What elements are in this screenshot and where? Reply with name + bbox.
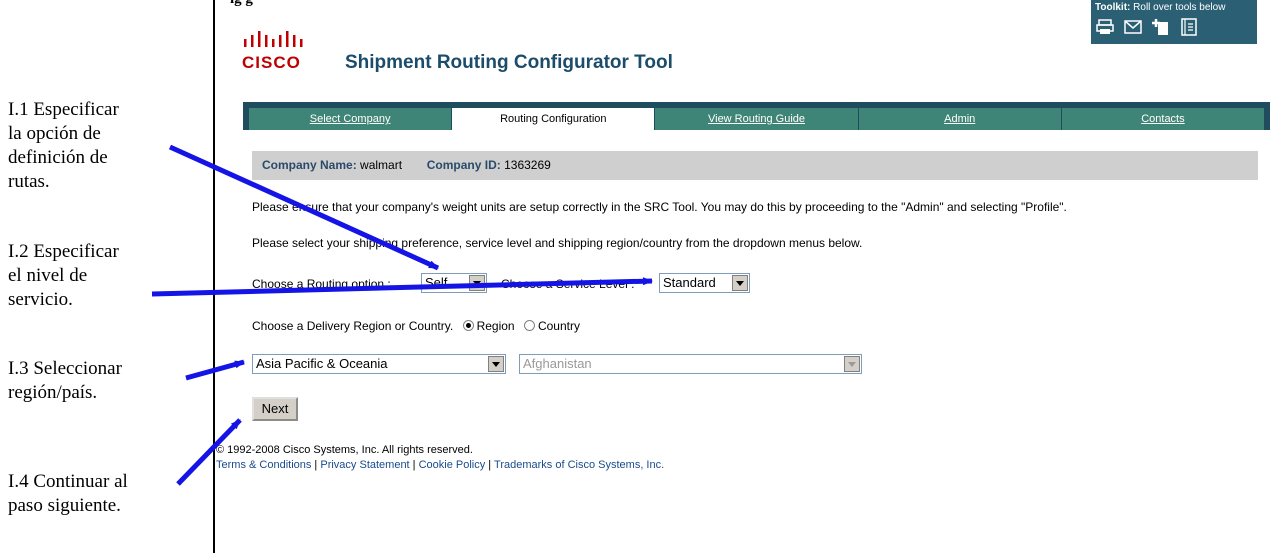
region-radio-label[interactable]: Region xyxy=(477,319,515,333)
copyright: © 1992-2008 Cisco Systems, Inc. All righ… xyxy=(216,444,473,456)
terms-link[interactable]: Terms & Conditions xyxy=(216,459,311,471)
company-id-value: 1363269 xyxy=(504,158,551,172)
printer-icon[interactable] xyxy=(1095,17,1115,37)
toolkit-title: Toolkit: xyxy=(1095,2,1131,13)
app-title: Shipment Routing Configurator Tool xyxy=(345,52,673,73)
next-button[interactable]: Next xyxy=(252,397,298,421)
country-radio[interactable] xyxy=(523,320,535,331)
selection-instruction: Please select your shipping preference, … xyxy=(252,236,863,250)
annotation-service-level: I.2 Especificar el nivel de servicio. xyxy=(8,241,119,310)
delivery-region-row: Choose a Delivery Region or Country. Reg… xyxy=(252,319,580,333)
main-nav: Select Company Routing Configuration Vie… xyxy=(243,102,1270,130)
tab-routing-configuration[interactable]: Routing Configuration xyxy=(452,108,656,130)
delivery-label: Choose a Delivery Region or Country. xyxy=(252,319,454,333)
annotation-continue: I.4 Continuar al paso siguiente. xyxy=(8,471,128,516)
service-level-select[interactable]: Standard xyxy=(659,273,750,293)
routing-option-select[interactable]: Self xyxy=(421,273,487,293)
chevron-down-icon[interactable] xyxy=(488,356,504,372)
tab-view-routing-guide[interactable]: View Routing Guide xyxy=(655,108,859,130)
country-select: Afghanistan xyxy=(519,354,862,374)
country-select-value: Afghanistan xyxy=(523,356,592,371)
toolkit-subtitle: Roll over tools below xyxy=(1133,2,1226,13)
toolkit-panel: Toolkit: Roll over tools below xyxy=(1091,0,1257,44)
trademarks-link[interactable]: Trademarks of Cisco Systems, Inc. xyxy=(494,459,664,471)
region-radio[interactable] xyxy=(462,320,474,331)
chevron-down-icon xyxy=(844,356,860,372)
document-border-line xyxy=(213,0,215,553)
document-heading-fragment: ig g xyxy=(230,0,253,8)
company-name-label: Company Name: xyxy=(262,158,357,172)
cisco-logo: CISCO xyxy=(242,53,301,72)
privacy-link[interactable]: Privacy Statement xyxy=(320,459,409,471)
company-id-label: Company ID: xyxy=(426,158,501,172)
routing-option-label: Choose a Routing option : xyxy=(252,277,391,291)
email-icon[interactable] xyxy=(1123,17,1143,37)
company-name-value: walmart xyxy=(360,158,403,172)
country-radio-label[interactable]: Country xyxy=(538,319,580,333)
cookie-policy-link[interactable]: Cookie Policy xyxy=(419,459,486,471)
footer-links: Terms & Conditions | Privacy Statement |… xyxy=(216,459,665,471)
service-level-label: Choose a Service Level : xyxy=(501,277,635,291)
service-level-value: Standard xyxy=(663,275,716,290)
tab-contacts[interactable]: Contacts xyxy=(1061,108,1265,130)
cisco-logo-bars-icon xyxy=(244,31,303,47)
chevron-down-icon[interactable] xyxy=(469,275,485,291)
add-bookmark-icon[interactable] xyxy=(1151,17,1171,37)
company-info-bar: Company Name: walmart Company ID: 136326… xyxy=(252,151,1258,180)
tab-select-company[interactable]: Select Company xyxy=(249,108,453,130)
region-select-value: Asia Pacific & Oceania xyxy=(256,356,388,371)
document-icon[interactable] xyxy=(1179,17,1199,37)
region-select[interactable]: Asia Pacific & Oceania xyxy=(252,354,506,374)
weight-units-notice: Please ensure that your company's weight… xyxy=(252,200,1067,214)
routing-option-value: Self xyxy=(425,275,448,290)
annotation-region-country: I.3 Seleccionar región/país. xyxy=(8,358,122,403)
annotation-routing-option: I.1 Especificar la opción de definición de… xyxy=(8,99,119,192)
tab-admin[interactable]: Admin xyxy=(858,108,1062,130)
chevron-down-icon[interactable] xyxy=(732,275,748,291)
